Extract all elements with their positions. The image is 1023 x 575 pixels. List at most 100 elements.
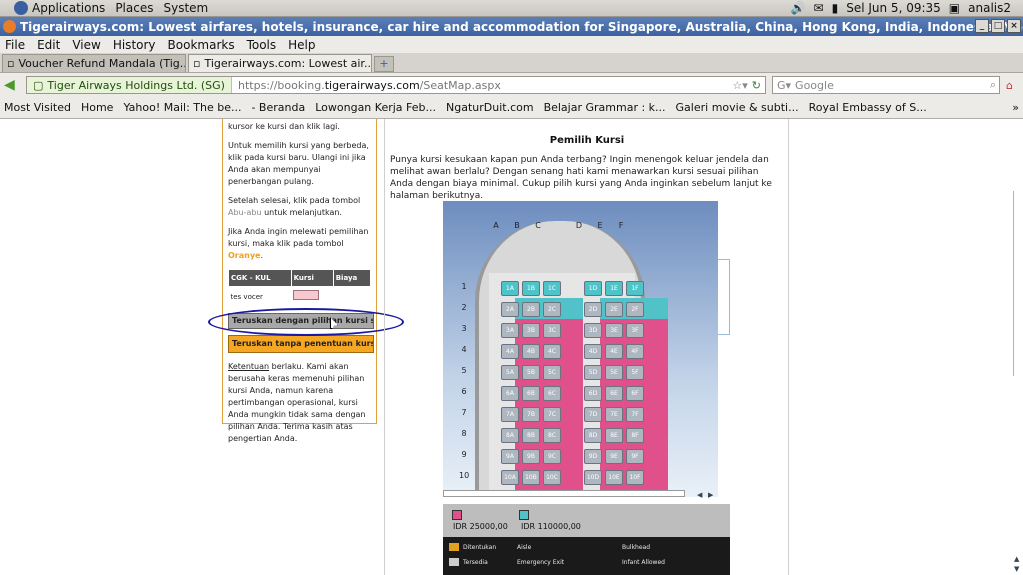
seat-3A[interactable]: 3A: [501, 323, 519, 338]
menu-bookmarks[interactable]: Bookmarks: [168, 38, 235, 52]
panel-menu-places[interactable]: Places: [115, 1, 153, 15]
seat-1D[interactable]: 1D: [584, 281, 602, 296]
panel-user[interactable]: analis2: [968, 1, 1011, 15]
bookmark-beranda[interactable]: - Beranda: [251, 101, 305, 114]
volume-icon[interactable]: 🔊: [791, 1, 806, 15]
bookmark-ngaturduit[interactable]: NgaturDuit.com: [446, 101, 534, 114]
seat-2C[interactable]: 2C: [543, 302, 561, 317]
seat-4E[interactable]: 4E: [605, 344, 623, 359]
seat-5A[interactable]: 5A: [501, 365, 519, 380]
minimize-button[interactable]: _: [975, 19, 989, 33]
close-window-button[interactable]: ×: [1007, 19, 1021, 33]
search-icon[interactable]: ⌕: [990, 78, 999, 92]
seat-10A[interactable]: 10A: [501, 470, 519, 485]
search-box[interactable]: G▾ Google ⌕: [772, 76, 1000, 94]
seat-1C[interactable]: 1C: [543, 281, 561, 296]
seat-9E[interactable]: 9E: [605, 449, 623, 464]
seat-10F[interactable]: 10F: [626, 470, 644, 485]
tab-tigerairways[interactable]: ▫ Tigerairways.com: Lowest air... ✕: [188, 54, 372, 72]
menu-tools[interactable]: Tools: [247, 38, 277, 52]
window-titlebar[interactable]: Tigerairways.com: Lowest airfares, hotel…: [0, 17, 1023, 36]
bookmark-yahoo-mail[interactable]: Yahoo! Mail: The be...: [123, 101, 241, 114]
menu-help[interactable]: Help: [288, 38, 315, 52]
seat-2A[interactable]: 2A: [501, 302, 519, 317]
seat-7C[interactable]: 7C: [543, 407, 561, 422]
seat-1A[interactable]: 1A: [501, 281, 519, 296]
bookmark-star-icon[interactable]: ☆▾: [732, 79, 751, 92]
seat-7F[interactable]: 7F: [626, 407, 644, 422]
seat-2F[interactable]: 2F: [626, 302, 644, 317]
seat-1B[interactable]: 1B: [522, 281, 540, 296]
network-icon[interactable]: ▮: [832, 1, 839, 15]
seat-8E[interactable]: 8E: [605, 428, 623, 443]
page-scroll-down-icon[interactable]: ▼: [1014, 565, 1019, 573]
page-vertical-scrollbar[interactable]: [1013, 191, 1023, 376]
seat-3F[interactable]: 3F: [626, 323, 644, 338]
menu-edit[interactable]: Edit: [37, 38, 60, 52]
seat-7D[interactable]: 7D: [584, 407, 602, 422]
menu-history[interactable]: History: [113, 38, 156, 52]
mail-icon[interactable]: ✉: [814, 1, 824, 15]
seat-5F[interactable]: 5F: [626, 365, 644, 380]
bookmark-lowongan-kerja[interactable]: Lowongan Kerja Feb...: [315, 101, 436, 114]
bookmark-royal-embassy[interactable]: Royal Embassy of S...: [809, 101, 927, 114]
bookmark-home[interactable]: Home: [81, 101, 113, 114]
google-icon[interactable]: G▾: [777, 79, 791, 92]
seat-8F[interactable]: 8F: [626, 428, 644, 443]
seat-8D[interactable]: 8D: [584, 428, 602, 443]
seat-6D[interactable]: 6D: [584, 386, 602, 401]
url-text[interactable]: https://booking.tigerairways.com/SeatMap…: [232, 79, 501, 92]
seat-3C[interactable]: 3C: [543, 323, 561, 338]
url-bar[interactable]: ▢ Tiger Airways Holdings Ltd. (SG) https…: [26, 76, 766, 94]
bookmark-most-visited[interactable]: Most Visited: [4, 101, 71, 114]
home-icon[interactable]: ⌂: [1006, 79, 1013, 92]
scroll-right-icon[interactable]: ▶: [708, 491, 713, 499]
seat-1F[interactable]: 1F: [626, 281, 644, 296]
seat-10E[interactable]: 10E: [605, 470, 623, 485]
seat-3E[interactable]: 3E: [605, 323, 623, 338]
scroll-left-icon[interactable]: ◀: [697, 491, 702, 499]
page-scroll-up-icon[interactable]: ▲: [1014, 555, 1019, 563]
seat-9C[interactable]: 9C: [543, 449, 561, 464]
seat-4D[interactable]: 4D: [584, 344, 602, 359]
seat-8B[interactable]: 8B: [522, 428, 540, 443]
seat-7E[interactable]: 7E: [605, 407, 623, 422]
seat-6E[interactable]: 6E: [605, 386, 623, 401]
seat-10B[interactable]: 10B: [522, 470, 540, 485]
seat-6A[interactable]: 6A: [501, 386, 519, 401]
seat-5C[interactable]: 5C: [543, 365, 561, 380]
seat-5B[interactable]: 5B: [522, 365, 540, 380]
seatmap-horizontal-scrollbar[interactable]: [443, 490, 685, 497]
seat-9F[interactable]: 9F: [626, 449, 644, 464]
gnome-foot-icon[interactable]: [14, 1, 28, 15]
seat-1E[interactable]: 1E: [605, 281, 623, 296]
panel-menu-applications[interactable]: Applications: [32, 1, 105, 15]
seat-5D[interactable]: 5D: [584, 365, 602, 380]
seat-4F[interactable]: 4F: [626, 344, 644, 359]
seat-4C[interactable]: 4C: [543, 344, 561, 359]
seat-3D[interactable]: 3D: [584, 323, 602, 338]
seat-8C[interactable]: 8C: [543, 428, 561, 443]
seat-7B[interactable]: 7B: [522, 407, 540, 422]
seat-7A[interactable]: 7A: [501, 407, 519, 422]
seat-10D[interactable]: 10D: [584, 470, 602, 485]
seat-9A[interactable]: 9A: [501, 449, 519, 464]
site-identity-button[interactable]: ▢ Tiger Airways Holdings Ltd. (SG): [27, 77, 232, 93]
menu-view[interactable]: View: [72, 38, 100, 52]
seat-6F[interactable]: 6F: [626, 386, 644, 401]
search-input[interactable]: Google: [795, 79, 834, 92]
seat-4B[interactable]: 4B: [522, 344, 540, 359]
seat-9D[interactable]: 9D: [584, 449, 602, 464]
seat-2D[interactable]: 2D: [584, 302, 602, 317]
seat-2B[interactable]: 2B: [522, 302, 540, 317]
seat-3B[interactable]: 3B: [522, 323, 540, 338]
seat-5E[interactable]: 5E: [605, 365, 623, 380]
seat-6B[interactable]: 6B: [522, 386, 540, 401]
bookmarks-overflow-icon[interactable]: »: [1012, 101, 1023, 114]
tab-voucher-refund[interactable]: ▫ Voucher Refund Mandala (Tig... ✕: [2, 54, 186, 72]
maximize-button[interactable]: □: [991, 19, 1005, 33]
bookmark-galeri-movie[interactable]: Galeri movie & subti...: [676, 101, 799, 114]
new-tab-button[interactable]: +: [374, 56, 394, 72]
terms-link[interactable]: Ketentuan: [228, 362, 269, 371]
menu-file[interactable]: File: [5, 38, 25, 52]
